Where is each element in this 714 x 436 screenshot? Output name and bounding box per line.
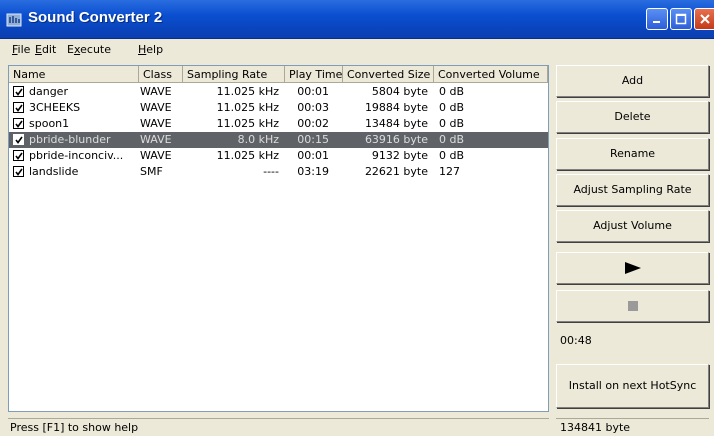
play-icon xyxy=(624,262,641,274)
sampling-rate: 11.025 kHz xyxy=(216,101,279,114)
app-window: Sound Converter 2 File Edit Execute Help… xyxy=(0,0,714,436)
window-title: Sound Converter 2 xyxy=(28,9,163,26)
file-class: WAVE xyxy=(140,85,172,98)
checkbox[interactable] xyxy=(13,86,24,97)
menu-help[interactable]: Help xyxy=(138,43,163,56)
sampling-rate: 11.025 kHz xyxy=(216,117,279,130)
file-name: danger xyxy=(29,85,68,98)
sampling-rate: 11.025 kHz xyxy=(216,85,279,98)
menu-execute[interactable]: Execute xyxy=(67,43,111,56)
maximize-button[interactable] xyxy=(670,8,692,30)
play-time: 00:01 xyxy=(297,85,329,98)
converted-size: 19884 byte xyxy=(364,101,428,114)
sound-file-list[interactable]: Name Class Sampling Rate Play Time Conve… xyxy=(8,65,549,412)
app-icon xyxy=(6,13,22,27)
sampling-rate: 8.0 kHz xyxy=(237,133,279,146)
minimize-button[interactable] xyxy=(646,8,668,30)
converted-volume: 0 dB xyxy=(439,85,465,98)
status-help-text: Press [F1] to show help xyxy=(8,418,549,435)
column-header-class[interactable]: Class xyxy=(139,66,183,83)
converted-size: 22621 byte xyxy=(364,165,428,178)
install-hotsync-button[interactable]: Install on next HotSync xyxy=(556,364,709,408)
file-class: WAVE xyxy=(140,149,172,162)
list-row[interactable]: danger WAVE 11.025 kHz 00:01 5804 byte 0… xyxy=(9,84,548,100)
stop-button[interactable] xyxy=(556,290,709,322)
list-row[interactable]: spoon1 WAVE 11.025 kHz 00:02 13484 byte … xyxy=(9,116,548,132)
play-time: 00:03 xyxy=(297,101,329,114)
list-row[interactable]: pbride-inconciv... WAVE 11.025 kHz 00:01… xyxy=(9,148,548,164)
file-class: SMF xyxy=(140,165,163,178)
list-row[interactable]: 3CHEEKS WAVE 11.025 kHz 00:03 19884 byte… xyxy=(9,100,548,116)
title-bar[interactable]: Sound Converter 2 xyxy=(0,0,714,39)
checkbox[interactable] xyxy=(13,166,24,177)
adjust-volume-button[interactable]: Adjust Volume xyxy=(556,210,709,242)
converted-volume: 127 xyxy=(439,165,460,178)
converted-size: 13484 byte xyxy=(364,117,428,130)
sampling-rate: 11.025 kHz xyxy=(216,149,279,162)
rename-button[interactable]: Rename xyxy=(556,138,709,170)
delete-button[interactable]: Delete xyxy=(556,101,709,133)
list-row-selected[interactable]: pbride-blunder WAVE 8.0 kHz 00:15 63916 … xyxy=(9,132,548,148)
column-header-converted-size[interactable]: Converted Size xyxy=(343,66,434,83)
converted-volume: 0 dB xyxy=(439,101,465,114)
file-name: 3CHEEKS xyxy=(29,101,81,114)
sampling-rate: ---- xyxy=(263,165,279,178)
column-header-name[interactable]: Name xyxy=(9,66,139,83)
play-time: 03:19 xyxy=(297,165,329,178)
list-header: Name Class Sampling Rate Play Time Conve… xyxy=(9,66,548,83)
list-row[interactable]: landslide SMF ---- 03:19 22621 byte 127 xyxy=(9,164,548,180)
converted-volume: 0 dB xyxy=(439,117,465,130)
converted-size: 5804 byte xyxy=(371,85,428,98)
file-class: WAVE xyxy=(140,101,172,114)
file-class: WAVE xyxy=(140,133,172,146)
checkbox[interactable] xyxy=(13,134,24,145)
close-button[interactable] xyxy=(694,8,714,30)
column-header-play-time[interactable]: Play Time xyxy=(285,66,343,83)
converted-size: 63916 byte xyxy=(364,133,428,146)
status-total-size: 134841 byte xyxy=(556,418,709,435)
menu-file[interactable]: File xyxy=(12,43,30,56)
column-header-sampling-rate[interactable]: Sampling Rate xyxy=(183,66,285,83)
file-class: WAVE xyxy=(140,117,172,130)
column-header-converted-volume[interactable]: Converted Volume xyxy=(434,66,548,83)
menu-bar: File Edit Execute Help xyxy=(0,40,714,59)
checkbox[interactable] xyxy=(13,150,24,161)
play-time: 00:02 xyxy=(297,117,329,130)
file-name: pbride-blunder xyxy=(29,133,111,146)
file-name: landslide xyxy=(29,165,79,178)
converted-volume: 0 dB xyxy=(439,149,465,162)
play-button[interactable] xyxy=(556,252,709,284)
file-name: pbride-inconciv... xyxy=(29,149,124,162)
checkbox[interactable] xyxy=(13,118,24,129)
adjust-sampling-rate-button[interactable]: Adjust Sampling Rate xyxy=(556,174,709,206)
converted-size: 9132 byte xyxy=(371,149,428,162)
converted-volume: 0 dB xyxy=(439,133,465,146)
play-time: 00:01 xyxy=(297,149,329,162)
stop-icon xyxy=(627,301,638,311)
play-time: 00:15 xyxy=(297,133,329,146)
menu-edit[interactable]: Edit xyxy=(35,43,56,56)
file-name: spoon1 xyxy=(29,117,70,130)
add-button[interactable]: Add xyxy=(556,65,709,97)
total-play-time: 00:48 xyxy=(560,334,592,347)
checkbox[interactable] xyxy=(13,102,24,113)
